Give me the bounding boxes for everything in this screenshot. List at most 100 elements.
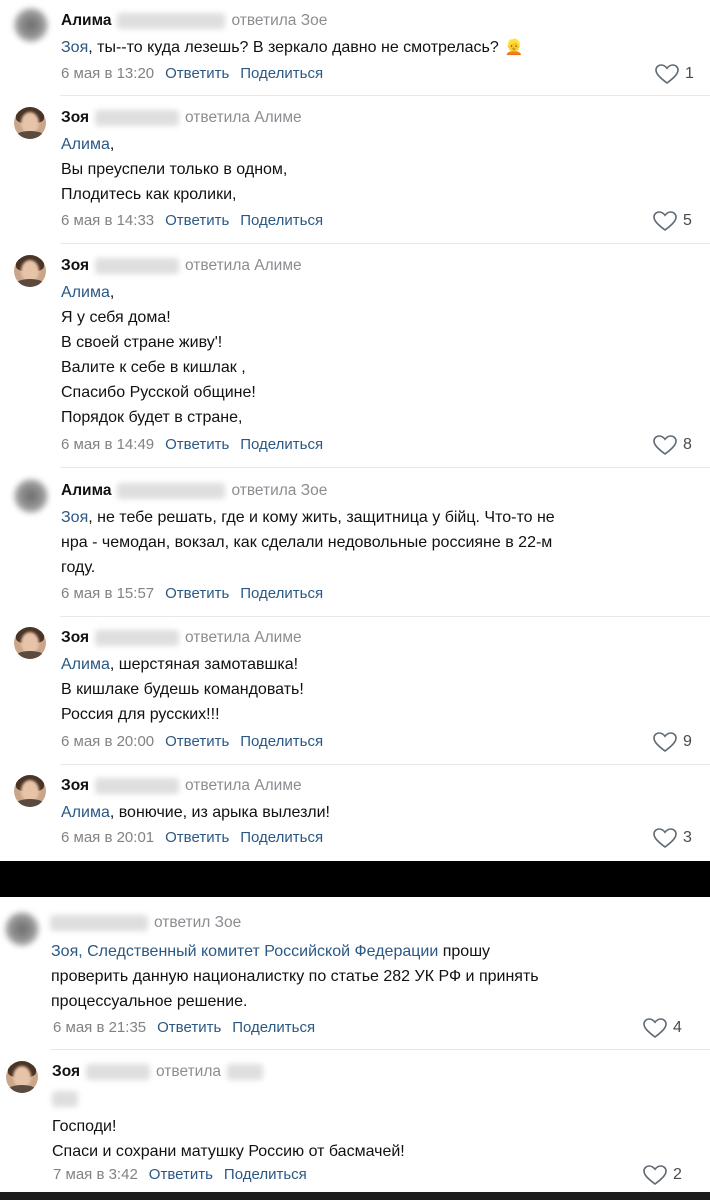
line-text: прошу [438,943,491,960]
separator [60,616,710,617]
share-link[interactable]: Поделиться [240,585,323,602]
reply-link[interactable]: Ответить [149,1166,213,1183]
reply-link[interactable]: Ответить [165,212,229,229]
reply-link[interactable]: Ответить [165,436,229,453]
replied-to[interactable]: ответила Зое [231,482,327,500]
heart-icon [653,732,677,752]
like-button[interactable]: 2 [643,1165,682,1185]
comment-meta: 6 мая в 13:20 Ответить Поделиться [61,65,323,82]
comment-text: Зоя, ты--то куда лезешь? В зеркало давно… [61,35,523,60]
share-link[interactable]: Поделиться [240,65,323,82]
like-button[interactable]: 5 [653,211,692,231]
line-text: году. [61,559,96,576]
line-text: В своей стране живу'! [61,334,223,351]
reply-link[interactable]: Ответить [157,1019,221,1036]
share-link[interactable]: Поделиться [224,1166,307,1183]
comment-date[interactable]: 6 мая в 14:49 [61,436,154,453]
comment-meta: 6 мая в 21:35 Ответить Поделиться [53,1019,315,1036]
comment-line: Алима, шерстяная замотавшка! [61,652,304,677]
line-text: В кишлаке будешь командовать! [61,681,304,698]
author-name[interactable]: Зоя [61,109,89,127]
reply-link[interactable]: Ответить [165,829,229,846]
avatar[interactable] [14,775,46,807]
mention-link[interactable]: Алима [61,284,110,301]
comment-date[interactable]: 6 мая в 15:57 [61,585,154,602]
comment-header: Зоя ответила Алиме [61,776,302,796]
mention-link[interactable]: Алима [61,136,110,153]
avatar[interactable] [14,8,48,42]
comment-line: Зоя, ты--то куда лезешь? В зеркало давно… [61,35,523,60]
blurred-recipient [227,1064,263,1080]
reply-link[interactable]: Ответить [165,585,229,602]
blond-person-emoji: 👱 [504,39,524,56]
comment-text: Господи! Спаси и сохрани матушку Россию … [52,1114,405,1164]
like-button[interactable]: 9 [653,732,692,752]
like-count: 3 [683,829,692,846]
line-text: Порядок будет в стране, [61,409,243,426]
heart-icon [653,828,677,848]
avatar[interactable] [14,627,46,659]
author-name[interactable]: Зоя [52,1063,80,1081]
comment-date[interactable]: 6 мая в 13:20 [61,65,154,82]
replied-to[interactable]: ответила [156,1063,221,1081]
separator [60,467,710,468]
comment-header: Алима ответила Зое [61,11,327,31]
comment-date[interactable]: 6 мая в 20:00 [61,733,154,750]
line-text: Валите к себе в кишлак , [61,359,246,376]
line-text: , [109,136,115,153]
share-link[interactable]: Поделиться [240,212,323,229]
mention-link[interactable]: Зоя [61,39,88,56]
like-button[interactable]: 3 [653,828,692,848]
comment-date[interactable]: 7 мая в 3:42 [53,1166,138,1183]
share-link[interactable]: Поделиться [240,733,323,750]
like-button[interactable]: 1 [655,64,694,84]
avatar[interactable] [14,479,48,513]
line-text: Россия для русских!!! [61,706,220,723]
comment-line: Алима, [61,132,287,157]
reply-link[interactable]: Ответить [165,733,229,750]
comment-date[interactable]: 6 мая в 21:35 [53,1019,146,1036]
blurred-name [95,778,180,794]
author-name[interactable]: Зоя [61,777,89,795]
share-link[interactable]: Поделиться [240,829,323,846]
mention-link[interactable]: Алима [61,804,110,821]
comment-date[interactable]: 6 мая в 14:33 [61,212,154,229]
comment-date[interactable]: 6 мая в 20:01 [61,829,154,846]
mention-link[interactable]: Зоя [61,509,88,526]
comment-line: Зоя, не тебе решать, где и кому жить, за… [61,505,555,530]
blurred-name [95,630,180,646]
avatar[interactable] [6,1061,38,1093]
line-text: процессуальное решение. [51,993,248,1010]
mention-link[interactable]: Зоя, Следственный комитет Российской Фед… [51,943,438,960]
author-name[interactable]: Алима [61,482,111,500]
share-link[interactable]: Поделиться [232,1019,315,1036]
share-link[interactable]: Поделиться [240,436,323,453]
avatar[interactable] [14,255,46,287]
like-button[interactable]: 8 [653,435,692,455]
comment-header: Зоя ответила Алиме [61,108,302,128]
replied-to[interactable]: ответила Алиме [185,777,302,795]
line-text: нра - чемодан, вокзал, как сделали недов… [61,534,553,551]
author-name[interactable]: Зоя [61,257,89,275]
reply-link[interactable]: Ответить [165,65,229,82]
blurred-name [117,483,226,499]
avatar[interactable] [5,912,39,946]
comment-header: Зоя ответила Алиме [61,256,302,276]
author-name[interactable]: Алима [61,12,111,30]
mention-link[interactable]: Алима [61,656,110,673]
comment-line: году. [61,555,555,580]
line-text: Я у себя дома! [61,309,171,326]
replied-to[interactable]: ответила Алиме [185,257,302,275]
like-button[interactable]: 4 [643,1018,682,1038]
comment-header: Зоя ответила Алиме [61,628,302,648]
replied-to[interactable]: ответила Алиме [185,629,302,647]
comment-header: Алима ответила Зое [61,481,327,501]
replied-to[interactable]: ответила Алиме [185,109,302,127]
replied-to[interactable]: ответила Зое [231,12,327,30]
avatar[interactable] [14,107,46,139]
blurred-name [95,110,180,126]
comment-line: Алима, [61,280,256,305]
replied-to[interactable]: ответил Зое [154,914,241,932]
author-name[interactable]: Зоя [61,629,89,647]
comment-line: Я у себя дома! [61,305,256,330]
